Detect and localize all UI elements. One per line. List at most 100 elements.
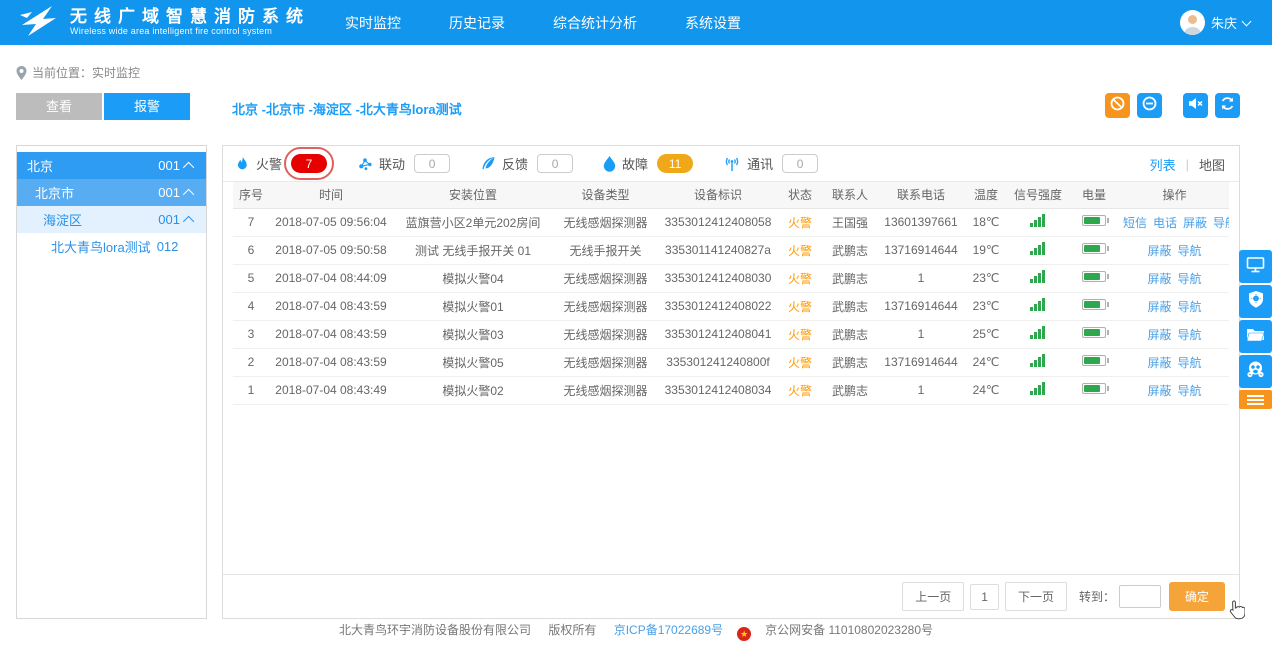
- nav-settings[interactable]: 系统设置: [685, 13, 741, 33]
- cell-battery: [1068, 320, 1120, 348]
- action-navigate[interactable]: 导航: [1178, 272, 1202, 286]
- cell-phone: 1: [878, 320, 964, 348]
- filter-feedback[interactable]: 反馈 0: [480, 154, 573, 173]
- signal-bars-icon: [1030, 298, 1046, 311]
- goto-page-input[interactable]: [1119, 585, 1161, 608]
- cell-temp: 18℃: [964, 208, 1008, 236]
- action-block[interactable]: 屏蔽: [1183, 216, 1207, 230]
- tab-alarm[interactable]: 报警: [104, 93, 190, 120]
- pagination: 上一页 1 下一页 转到： 确定: [223, 574, 1239, 618]
- filter-count-badge: 0: [537, 154, 573, 173]
- table-row[interactable]: 12018-07-04 08:43:49模拟火警02无线感烟探测器3353012…: [233, 376, 1229, 404]
- cell-no: 1: [233, 376, 269, 404]
- filter-label: 反馈: [502, 154, 528, 173]
- view-switch-map[interactable]: 地图: [1199, 155, 1225, 174]
- action-block[interactable]: 屏蔽: [1147, 244, 1171, 258]
- cell-signal: [1008, 348, 1068, 376]
- cell-type: 无线感烟探测器: [553, 208, 658, 236]
- tree-item-count: 001: [158, 158, 180, 173]
- action-block[interactable]: 屏蔽: [1147, 356, 1171, 370]
- nav-history[interactable]: 历史记录: [449, 13, 505, 33]
- feather-icon: [480, 156, 496, 171]
- collapse-button[interactable]: [1137, 93, 1162, 118]
- tree-item-lora-test[interactable]: 北大青鸟lora测试012: [17, 233, 206, 260]
- prev-page-button[interactable]: 上一页: [902, 582, 964, 611]
- page-number-button[interactable]: 1: [970, 584, 999, 610]
- nav-statistics[interactable]: 综合统计分析: [553, 13, 637, 33]
- table-row[interactable]: 32018-07-04 08:43:59模拟火警03无线感烟探测器3353012…: [233, 320, 1229, 348]
- security-shortcut[interactable]: [1239, 285, 1272, 318]
- table-row[interactable]: 52018-07-04 08:44:09模拟火警04无线感烟探测器3353012…: [233, 264, 1229, 292]
- next-page-button[interactable]: 下一页: [1005, 582, 1067, 611]
- refresh-button[interactable]: [1215, 93, 1240, 118]
- filter-comm[interactable]: 通讯0: [723, 154, 818, 173]
- user-menu[interactable]: 朱庆: [1180, 0, 1250, 45]
- battery-icon: [1082, 271, 1106, 282]
- table-row[interactable]: 62018-07-05 09:50:58测试 无线手报开关 01无线手报开关33…: [233, 236, 1229, 264]
- action-block[interactable]: 屏蔽: [1147, 300, 1171, 314]
- filter-count-badge: 0: [414, 154, 450, 173]
- cell-no: 2: [233, 348, 269, 376]
- filter-fault[interactable]: 故障11: [603, 154, 693, 173]
- table-row[interactable]: 42018-07-04 08:43:59模拟火警01无线感烟探测器3353012…: [233, 292, 1229, 320]
- chevron-up-icon[interactable]: [183, 188, 194, 199]
- battery-icon: [1082, 299, 1106, 310]
- action-sms[interactable]: 短信: [1123, 216, 1147, 230]
- column-header: 设备类型: [553, 182, 658, 208]
- action-navigate[interactable]: 导航: [1178, 328, 1202, 342]
- chevron-up-icon[interactable]: [183, 161, 194, 172]
- cell-signal: [1008, 376, 1068, 404]
- filter-linkage[interactable]: 联动0: [357, 154, 450, 173]
- files-shortcut[interactable]: [1239, 320, 1272, 353]
- filter-label: 火警: [256, 154, 282, 173]
- tab-view[interactable]: 查看: [16, 93, 102, 120]
- mute-button[interactable]: [1183, 93, 1208, 118]
- tree-item-beijing[interactable]: 北京001: [17, 152, 206, 179]
- cell-time: 2018-07-04 08:43:59: [269, 348, 393, 376]
- cell-no: 3: [233, 320, 269, 348]
- cell-phone: 13716914644: [878, 236, 964, 264]
- nodes-icon: [357, 156, 373, 171]
- breadcrumb-label: 当前位置：实时监控: [32, 64, 140, 81]
- cell-battery: [1068, 376, 1120, 404]
- battery-icon: [1082, 383, 1106, 394]
- cell-phone: 13716914644: [878, 292, 964, 320]
- nav-realtime-monitor[interactable]: 实时监控: [345, 13, 401, 33]
- action-block[interactable]: 屏蔽: [1147, 328, 1171, 342]
- cell-no: 7: [233, 208, 269, 236]
- hazard-shortcut[interactable]: [1239, 355, 1272, 388]
- tree-item-haidian[interactable]: 海淀区001: [17, 206, 206, 233]
- action-navigate[interactable]: 导航: [1178, 384, 1202, 398]
- cell-contact: 武鹏志: [822, 236, 878, 264]
- column-header: 信号强度: [1008, 182, 1068, 208]
- action-navigate[interactable]: 导航: [1178, 244, 1202, 258]
- filter-fire-alarm[interactable]: 火警7: [235, 154, 327, 173]
- action-navigate[interactable]: 导航: [1178, 300, 1202, 314]
- cell-actions: 短信电话屏蔽导航: [1120, 208, 1229, 236]
- cell-temp: 23℃: [964, 292, 1008, 320]
- confirm-button[interactable]: 确定: [1169, 582, 1225, 611]
- column-header: 联系电话: [878, 182, 964, 208]
- orange-mini-tab[interactable]: [1239, 390, 1272, 409]
- table-row[interactable]: 72018-07-05 09:56:04蓝旗营小区2单元202房间无线感烟探测器…: [233, 208, 1229, 236]
- cell-temp: 23℃: [964, 264, 1008, 292]
- view-switch-list[interactable]: 列表: [1150, 155, 1176, 174]
- battery-icon: [1082, 243, 1106, 254]
- battery-icon: [1082, 327, 1106, 338]
- device-table: 序号时间安装位置设备类型设备标识状态联系人联系电话温度信号强度电量操作 7201…: [233, 182, 1229, 405]
- cell-phone: 13716914644: [878, 348, 964, 376]
- tree-item-label: 北京市: [35, 183, 74, 202]
- monitor-shortcut[interactable]: [1239, 250, 1272, 283]
- footer-icp-link[interactable]: 京ICP备17022689号: [614, 623, 723, 637]
- tree-item-beijing-city[interactable]: 北京市001: [17, 179, 206, 206]
- action-navigate[interactable]: 导航: [1178, 356, 1202, 370]
- prohibit-button[interactable]: [1105, 93, 1130, 118]
- table-row[interactable]: 22018-07-04 08:43:59模拟火警05无线感烟探测器3353012…: [233, 348, 1229, 376]
- cell-battery: [1068, 292, 1120, 320]
- action-call[interactable]: 电话: [1153, 216, 1177, 230]
- action-block[interactable]: 屏蔽: [1147, 384, 1171, 398]
- chevron-up-icon[interactable]: [183, 215, 194, 226]
- status-badge: 火警: [778, 348, 822, 376]
- action-navigate[interactable]: 导航: [1213, 216, 1229, 230]
- action-block[interactable]: 屏蔽: [1147, 272, 1171, 286]
